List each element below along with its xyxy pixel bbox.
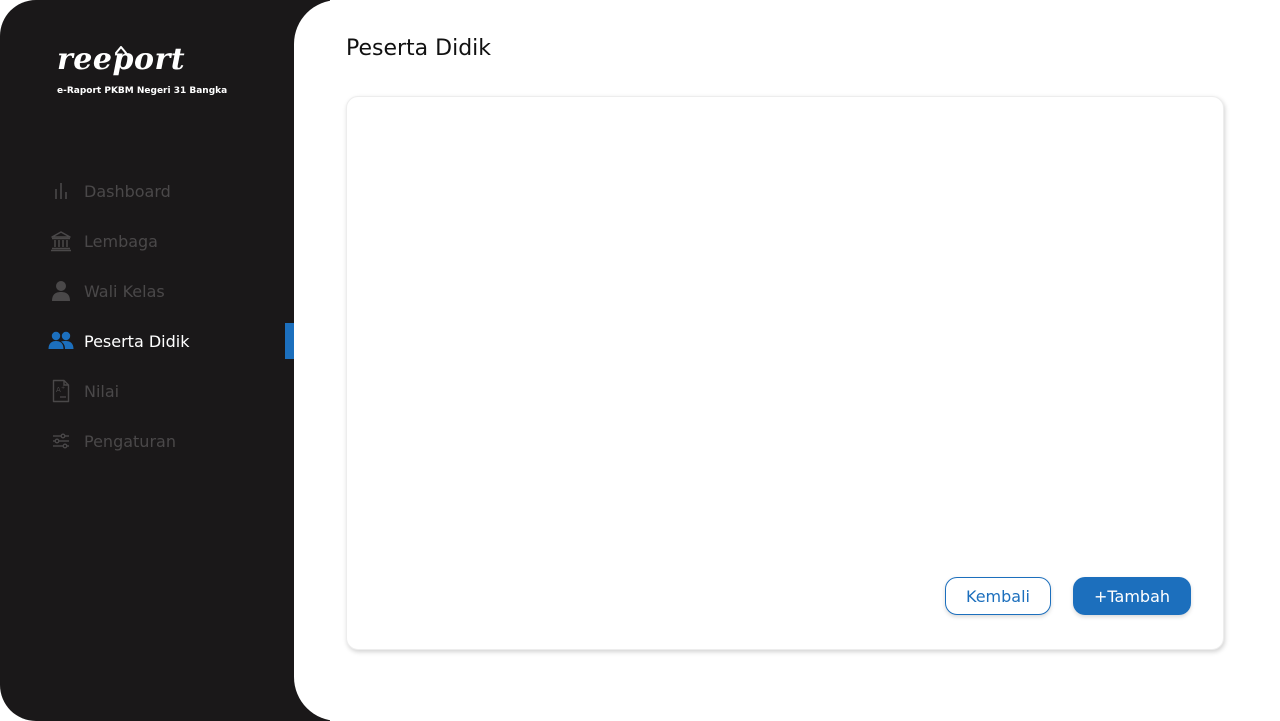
sidebar-item-label: Peserta Didik bbox=[84, 331, 190, 351]
app-window: reeport e-Raport PKBM Negeri 31 Bangka D… bbox=[0, 0, 1280, 721]
app-logo[interactable]: reeport bbox=[57, 40, 227, 80]
sidebar: reeport e-Raport PKBM Negeri 31 Bangka D… bbox=[0, 0, 330, 721]
svg-text:+: + bbox=[61, 385, 65, 391]
page-title: Peserta Didik bbox=[346, 36, 492, 61]
sidebar-item-label: Dashboard bbox=[84, 181, 171, 201]
main-content: Peserta Didik Kembali +Tambah bbox=[294, 0, 1280, 721]
content-card: Kembali +Tambah bbox=[346, 96, 1224, 650]
active-nav-indicator bbox=[285, 323, 294, 359]
sidebar-item-peserta-didik[interactable]: Peserta Didik bbox=[48, 316, 294, 366]
sidebar-item-label: Pengaturan bbox=[84, 431, 176, 451]
sidebar-item-label: Nilai bbox=[84, 381, 120, 401]
sidebar-item-label: Wali Kelas bbox=[84, 281, 165, 301]
sidebar-item-wali-kelas[interactable]: Wali Kelas bbox=[48, 266, 294, 316]
brand: reeport e-Raport PKBM Negeri 31 Bangka bbox=[57, 40, 227, 96]
sidebar-item-dashboard[interactable]: Dashboard bbox=[48, 166, 294, 216]
sidebar-item-label: Lembaga bbox=[84, 231, 158, 251]
institution-name: e-Raport PKBM Negeri 31 Bangka bbox=[57, 86, 228, 96]
logo-roof-icon bbox=[115, 46, 127, 54]
users-icon bbox=[48, 328, 74, 354]
sidebar-item-nilai[interactable]: A + Nilai bbox=[48, 366, 294, 416]
back-button[interactable]: Kembali bbox=[945, 577, 1051, 615]
sidebar-item-pengaturan[interactable]: Pengaturan bbox=[48, 416, 294, 466]
user-icon bbox=[48, 278, 74, 304]
grade-document-icon: A + bbox=[48, 378, 74, 404]
sidebar-item-lembaga[interactable]: Lembaga bbox=[48, 216, 294, 266]
institution-icon bbox=[48, 228, 74, 254]
sidebar-nav: Dashboard Lembaga Wali Kelas Peserta Did… bbox=[48, 166, 294, 466]
add-button[interactable]: +Tambah bbox=[1073, 577, 1191, 615]
bar-chart-icon bbox=[48, 178, 74, 204]
sliders-icon bbox=[48, 428, 74, 454]
